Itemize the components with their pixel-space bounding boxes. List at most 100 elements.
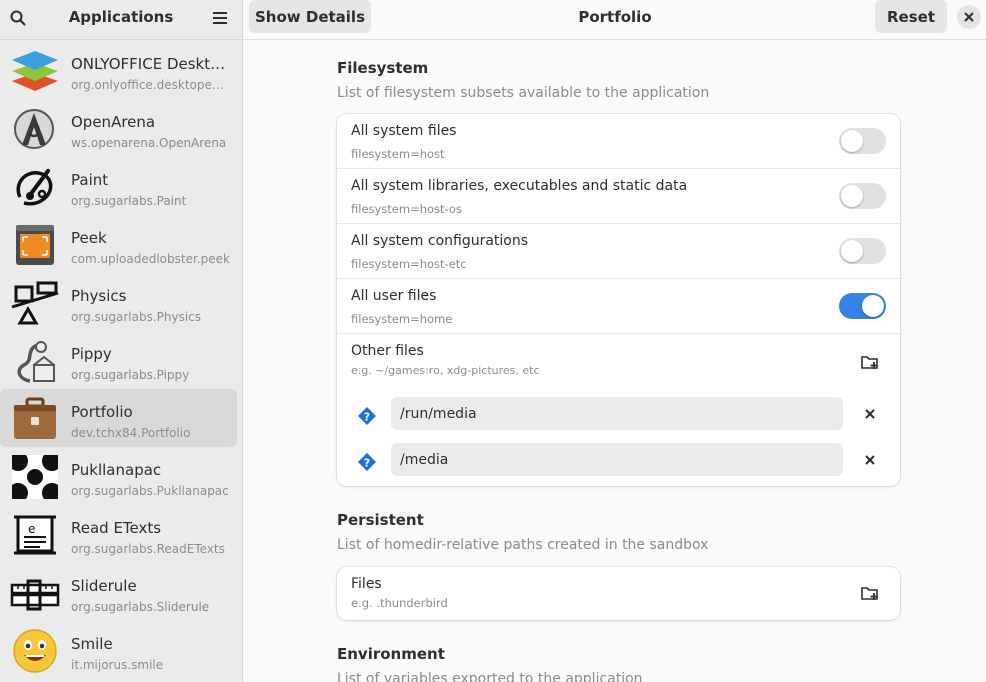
- main-menu-button[interactable]: [204, 4, 236, 32]
- peek-icon: [16, 225, 54, 265]
- toggle-switch-host-os[interactable]: [839, 183, 886, 209]
- app-item-read-etexts[interactable]: e Read ETexts org.sugarlabs.ReadETexts: [0, 505, 237, 563]
- persistent-files-row: Files e.g. .thunderbird: [337, 567, 900, 620]
- app-id: org.sugarlabs.Pukllanapac: [71, 484, 229, 498]
- filesystem-row-host-etc: All system configurations filesystem=hos…: [337, 224, 900, 279]
- sidebar: Applications ONLYOFFICE Deskto… org.only…: [0, 0, 243, 682]
- app-id: org.sugarlabs.Pippy: [71, 368, 190, 382]
- path-row: ?: [337, 392, 900, 438]
- row-title: Other files: [351, 343, 424, 359]
- app-id: ws.openarena.OpenArena: [71, 136, 227, 150]
- search-icon: [10, 10, 26, 26]
- app-item-peek[interactable]: Peek com.uploadedlobster.peek: [0, 215, 237, 273]
- app-item-openarena[interactable]: OpenArena ws.openarena.OpenArena: [0, 99, 237, 157]
- close-window-button[interactable]: [957, 5, 981, 29]
- row-title: All system libraries, executables and st…: [351, 178, 688, 194]
- switch-knob: [841, 185, 863, 207]
- folder-new-icon: [861, 587, 878, 600]
- reset-button[interactable]: Reset: [875, 0, 947, 33]
- pukllanapac-icon: [12, 455, 58, 499]
- app-item-pippy[interactable]: Pippy org.sugarlabs.Pippy: [0, 331, 237, 389]
- app-id: org.sugarlabs.Physics: [71, 310, 202, 324]
- svg-text:?: ?: [364, 411, 370, 424]
- app-name: Pukllanapac: [71, 461, 162, 479]
- row-subtitle: e.g. ~/games:ro, xdg-pictures, etc: [351, 364, 540, 377]
- hamburger-menu-icon: [213, 12, 227, 24]
- show-details-button[interactable]: Show Details: [249, 0, 371, 33]
- filesystem-section-desc: List of filesystem subsets available to …: [337, 85, 710, 101]
- switch-knob: [841, 130, 863, 152]
- svg-text:?: ?: [364, 457, 370, 470]
- folder-new-icon: [861, 356, 878, 369]
- add-folder-button[interactable]: [858, 351, 882, 373]
- path-row: ?: [337, 438, 900, 484]
- app-item-portfolio[interactable]: Portfolio dev.tchx84.Portfolio: [0, 389, 237, 447]
- remove-icon: [865, 409, 875, 419]
- app-name: Pippy: [71, 345, 112, 363]
- app-item-onlyoffice[interactable]: ONLYOFFICE Deskto… org.onlyoffice.deskto…: [0, 41, 237, 99]
- app-id: it.mijorus.smile: [71, 658, 164, 672]
- app-name: ONLYOFFICE Deskto…: [71, 55, 231, 73]
- persistent-section-desc: List of homedir-relative paths created i…: [337, 537, 709, 553]
- toggle-switch-host[interactable]: [839, 128, 886, 154]
- smile-icon: [13, 629, 57, 673]
- other-files-row: Other files e.g. ~/games:ro, xdg-picture…: [337, 334, 900, 392]
- app-item-smile[interactable]: Smile it.mijorus.smile: [0, 621, 237, 679]
- pippy-icon: [17, 341, 55, 383]
- svg-text:e: e: [28, 522, 35, 536]
- row-title: All system configurations: [351, 233, 529, 249]
- toggle-switch-host-etc[interactable]: [839, 238, 886, 264]
- path-input[interactable]: [391, 397, 843, 430]
- app-id: org.sugarlabs.Paint: [71, 194, 187, 208]
- add-folder-button[interactable]: [858, 582, 882, 604]
- app-item-paint[interactable]: Paint org.sugarlabs.Paint: [0, 157, 237, 215]
- row-subtitle: filesystem=host: [351, 147, 445, 161]
- environment-section-desc: List of variables exported to the applic…: [337, 671, 643, 682]
- filesystem-section-title: Filesystem: [337, 59, 429, 77]
- openarena-icon: [14, 109, 54, 149]
- remove-icon: [865, 455, 875, 465]
- app-id: org.sugarlabs.ReadETexts: [71, 542, 225, 556]
- app-name: OpenArena: [71, 113, 156, 131]
- app-name: Read ETexts: [71, 519, 162, 537]
- physics-icon: [11, 281, 59, 325]
- switch-knob: [841, 240, 863, 262]
- sliderule-icon: [10, 579, 60, 611]
- onlyoffice-icon: [12, 51, 58, 91]
- path-input[interactable]: [391, 443, 843, 476]
- persistent-card: Files e.g. .thunderbird: [337, 567, 900, 620]
- paint-icon: [16, 169, 53, 206]
- remove-path-button[interactable]: [862, 452, 878, 468]
- app-name: Physics: [71, 287, 127, 305]
- row-title: Files: [351, 576, 382, 592]
- row-subtitle: filesystem=host-os: [351, 202, 462, 216]
- environment-section-title: Environment: [337, 645, 445, 663]
- app-name: Portfolio: [71, 403, 133, 421]
- filesystem-row-host-os: All system libraries, executables and st…: [337, 169, 900, 224]
- filesystem-row-host: All system files filesystem=host: [337, 114, 900, 169]
- portfolio-icon: [14, 397, 56, 439]
- remove-path-button[interactable]: [862, 406, 878, 422]
- persistent-section-title: Persistent: [337, 511, 424, 529]
- read-etexts-icon: e: [14, 515, 56, 555]
- switch-knob: [862, 295, 884, 317]
- app-item-physics[interactable]: Physics org.sugarlabs.Physics: [0, 273, 237, 331]
- filesystem-row-home: All user files filesystem=home: [337, 279, 900, 334]
- search-button[interactable]: [2, 4, 34, 32]
- app-id: org.onlyoffice.desktopedit…: [71, 78, 231, 92]
- app-item-sliderule[interactable]: Sliderule org.sugarlabs.Sliderule: [0, 563, 237, 621]
- row-subtitle: filesystem=host-etc: [351, 257, 467, 271]
- sidebar-header: Applications: [0, 0, 242, 40]
- app-list: ONLYOFFICE Deskto… org.onlyoffice.deskto…: [0, 41, 242, 679]
- question-icon: ?: [358, 407, 376, 425]
- row-subtitle: filesystem=home: [351, 312, 453, 326]
- row-title: All system files: [351, 123, 457, 139]
- app-id: org.sugarlabs.Sliderule: [71, 600, 210, 614]
- close-icon: [964, 12, 974, 22]
- toggle-switch-home[interactable]: [839, 293, 886, 319]
- filesystem-card: All system files filesystem=host All sys…: [337, 114, 900, 486]
- app-name: Smile: [71, 635, 113, 653]
- app-id: dev.tchx84.Portfolio: [71, 426, 191, 440]
- row-subtitle: e.g. .thunderbird: [351, 596, 448, 610]
- app-item-pukllanapac[interactable]: Pukllanapac org.sugarlabs.Pukllanapac: [0, 447, 237, 505]
